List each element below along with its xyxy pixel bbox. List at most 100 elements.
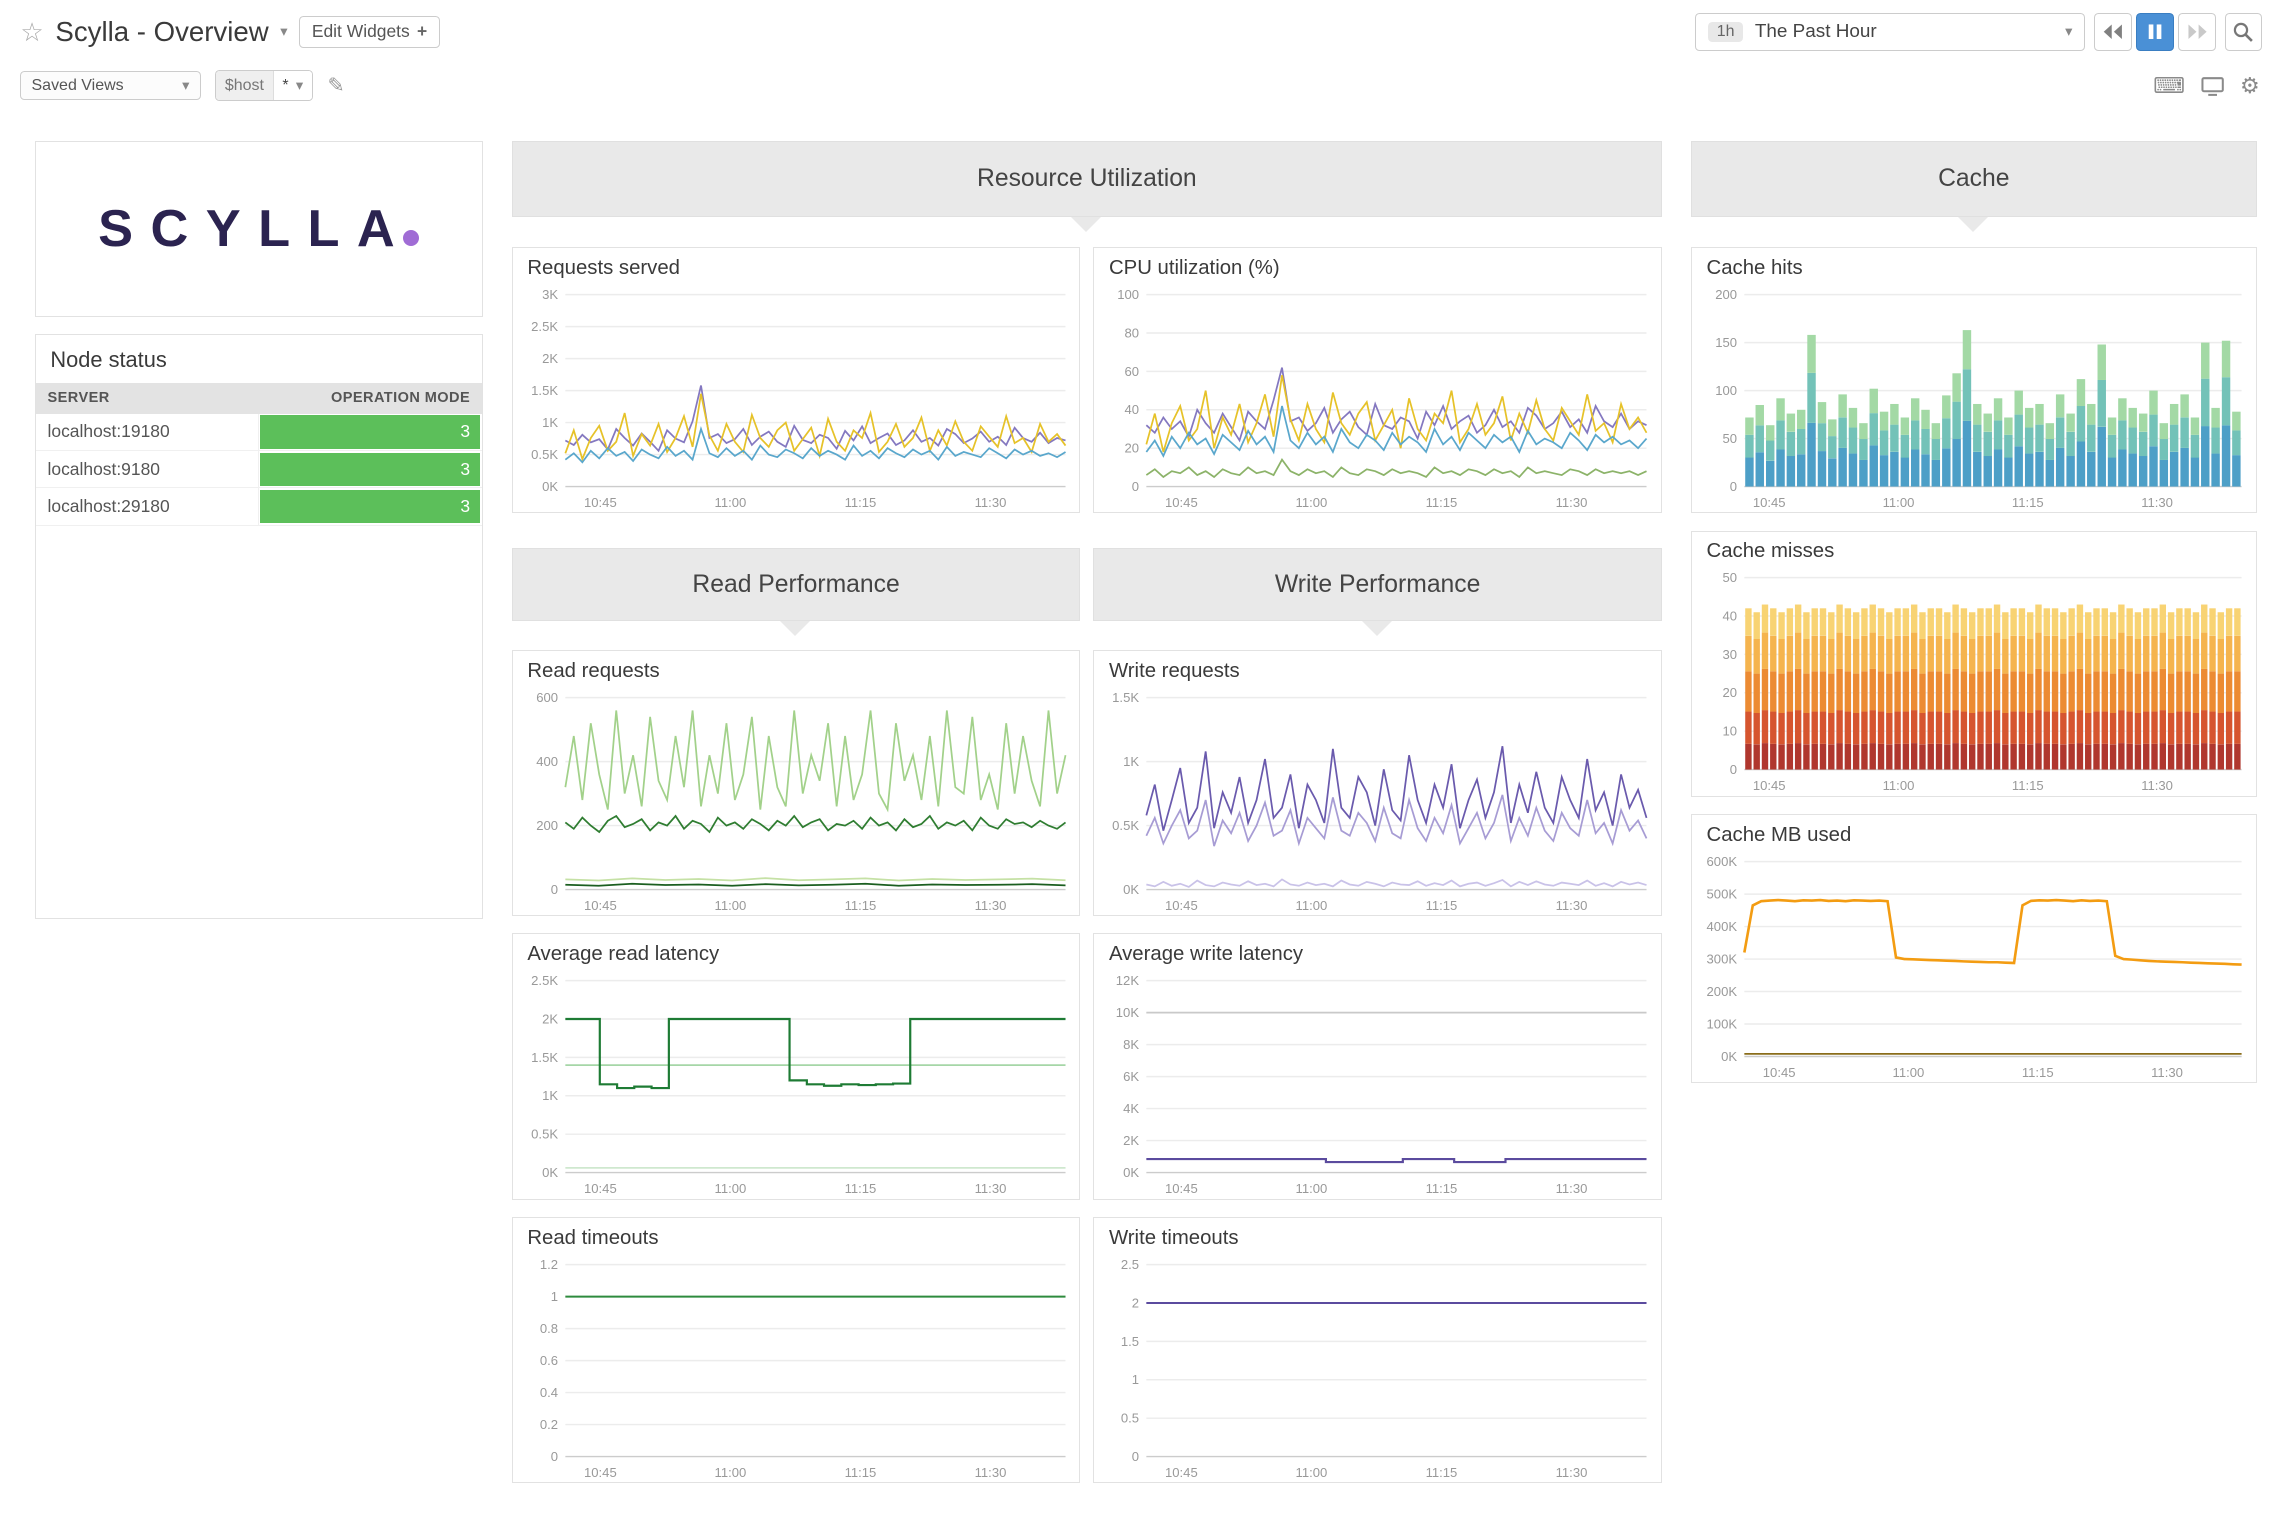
svg-text:11:30: 11:30	[1556, 1465, 1588, 1480]
svg-text:50: 50	[1723, 570, 1738, 585]
zoom-button[interactable]	[2225, 13, 2263, 51]
svg-text:10:45: 10:45	[584, 897, 617, 912]
svg-text:20: 20	[1723, 685, 1738, 700]
write-requests-chart[interactable]: 0K0.5K1K1.5K10:4511:0011:1511:30	[1094, 686, 1661, 915]
svg-text:11:00: 11:00	[1883, 495, 1915, 510]
svg-text:100: 100	[1118, 287, 1140, 302]
average-read-latency-chart[interactable]: 0K0.5K1K1.5K2K2.5K10:4511:0011:1511:30	[513, 969, 1080, 1198]
svg-text:2: 2	[1132, 1295, 1139, 1310]
svg-text:10:45: 10:45	[1165, 1181, 1198, 1196]
operation-mode-cell: 3	[259, 451, 482, 487]
svg-text:11:15: 11:15	[844, 1181, 876, 1196]
svg-text:40: 40	[1125, 402, 1140, 417]
average-write-latency-chart[interactable]: 0K2K4K6K8K10K12K10:4511:0011:1511:30	[1094, 969, 1661, 1198]
skip-forward-icon	[2187, 23, 2207, 40]
svg-text:0K: 0K	[1123, 881, 1139, 896]
svg-text:12K: 12K	[1116, 973, 1140, 988]
svg-text:0K: 0K	[1123, 1165, 1139, 1180]
svg-text:11:00: 11:00	[1296, 1181, 1328, 1196]
group-cache[interactable]: Cache	[1691, 141, 2257, 217]
read-timeouts-chart[interactable]: 00.20.40.60.811.210:4511:0011:1511:30	[513, 1253, 1080, 1482]
title-chevron-down-icon[interactable]: ▾	[280, 24, 287, 40]
server-cell: localhost:29180	[36, 488, 259, 524]
write-timeouts-chart[interactable]: 00.511.522.510:4511:0011:1511:30	[1094, 1253, 1661, 1482]
cpu-utilization-chart[interactable]: 02040608010010:4511:0011:1511:30	[1094, 283, 1661, 512]
svg-text:0.6: 0.6	[540, 1353, 558, 1368]
requests-served-chart[interactable]: 0K0.5K1K1.5K2K2.5K3K10:4511:0011:1511:30	[513, 283, 1080, 512]
svg-text:10:45: 10:45	[1753, 778, 1786, 793]
svg-text:11:30: 11:30	[1556, 495, 1588, 510]
svg-text:1.5K: 1.5K	[531, 383, 558, 398]
gear-icon[interactable]: ⚙	[2240, 75, 2260, 97]
chevron-down-icon: ▾	[182, 78, 189, 94]
chart-title: Write requests	[1094, 651, 1661, 686]
svg-text:11:15: 11:15	[844, 495, 876, 510]
host-var-name: $host	[216, 71, 274, 100]
svg-text:11:30: 11:30	[974, 897, 1006, 912]
read-requests-widget: Read requests 020040060010:4511:0011:151…	[512, 650, 1081, 916]
node-status-title: Node status	[36, 335, 482, 383]
svg-text:8K: 8K	[1123, 1037, 1139, 1052]
cache-mb-used-chart[interactable]: 0K100K200K300K400K500K600K10:4511:0011:1…	[1692, 850, 2256, 1082]
svg-text:0: 0	[1730, 479, 1737, 494]
svg-text:10:45: 10:45	[584, 495, 617, 510]
time-range-label: The Past Hour	[1755, 21, 2054, 43]
chart-title: Average write latency	[1094, 934, 1661, 969]
cpu-utilization-widget: CPU utilization (%) 02040608010010:4511:…	[1093, 247, 1662, 513]
host-template-variable[interactable]: $host * ▾	[215, 70, 313, 101]
svg-text:1K: 1K	[542, 415, 558, 430]
svg-text:400: 400	[536, 754, 558, 769]
svg-text:10K: 10K	[1116, 1005, 1140, 1020]
svg-text:11:30: 11:30	[2151, 1065, 2183, 1080]
time-range-select[interactable]: 1h The Past Hour ▾	[1695, 13, 2085, 51]
svg-text:11:00: 11:00	[1883, 778, 1915, 793]
star-icon[interactable]: ☆	[20, 19, 43, 45]
chart-title: Read requests	[513, 651, 1080, 686]
chart-title: CPU utilization (%)	[1094, 248, 1661, 283]
svg-text:2.5K: 2.5K	[531, 319, 558, 334]
svg-text:11:00: 11:00	[1893, 1065, 1925, 1080]
topbar: ☆ Scylla - Overview ▾ Edit Widgets + 1h …	[0, 0, 2280, 113]
svg-text:11:30: 11:30	[1556, 1181, 1588, 1196]
svg-text:400K: 400K	[1707, 919, 1738, 934]
pencil-icon[interactable]: ✎	[327, 73, 344, 98]
host-var-value: * ▾	[274, 71, 312, 100]
saved-views-select[interactable]: Saved Views ▾	[20, 71, 200, 100]
svg-text:0.2: 0.2	[540, 1417, 558, 1432]
group-resource-utilization[interactable]: Resource Utilization	[512, 141, 1662, 217]
read-requests-chart[interactable]: 020040060010:4511:0011:1511:30	[513, 686, 1080, 915]
edit-widgets-button[interactable]: Edit Widgets +	[299, 16, 440, 48]
svg-text:11:15: 11:15	[2012, 778, 2044, 793]
write-timeouts-widget: Write timeouts 00.511.522.510:4511:0011:…	[1093, 1217, 1662, 1483]
skip-back-button[interactable]	[2094, 13, 2132, 51]
average-read-latency-widget: Average read latency 0K0.5K1K1.5K2K2.5K1…	[512, 933, 1081, 1199]
svg-text:300K: 300K	[1707, 951, 1738, 966]
group-write-performance[interactable]: Write Performance	[1093, 548, 1662, 621]
svg-text:4K: 4K	[1123, 1101, 1139, 1116]
keyboard-icon[interactable]: ⌨	[2153, 75, 2184, 97]
svg-text:11:00: 11:00	[714, 1181, 746, 1196]
logo-text: SCYLLA	[98, 199, 412, 259]
group-read-performance[interactable]: Read Performance	[512, 548, 1081, 621]
svg-text:200K: 200K	[1707, 984, 1738, 999]
svg-text:11:30: 11:30	[2141, 495, 2173, 510]
svg-text:1.5: 1.5	[1121, 1333, 1139, 1348]
svg-text:600: 600	[536, 690, 558, 705]
skip-forward-button[interactable]	[2178, 13, 2216, 51]
cache-misses-chart[interactable]: 0102030405010:4511:0011:1511:30	[1692, 566, 2256, 795]
monitor-icon[interactable]	[2201, 76, 2224, 96]
svg-text:11:15: 11:15	[1426, 1181, 1458, 1196]
table-row: localhost:19180 3	[36, 414, 482, 451]
cache-hits-chart[interactable]: 05010015020010:4511:0011:1511:30	[1692, 283, 2256, 512]
svg-text:2K: 2K	[542, 1011, 558, 1026]
svg-text:0: 0	[551, 1449, 558, 1464]
svg-text:100: 100	[1715, 383, 1737, 398]
plus-icon: +	[417, 21, 427, 42]
node-status-widget: Node status SERVER OPERATION MODE localh…	[35, 334, 483, 919]
svg-text:50: 50	[1723, 431, 1738, 446]
requests-served-widget: Requests served 0K0.5K1K1.5K2K2.5K3K10:4…	[512, 247, 1081, 513]
pause-button[interactable]	[2136, 13, 2174, 51]
svg-text:1K: 1K	[542, 1088, 558, 1103]
svg-text:11:30: 11:30	[974, 1181, 1006, 1196]
svg-text:11:15: 11:15	[844, 897, 876, 912]
